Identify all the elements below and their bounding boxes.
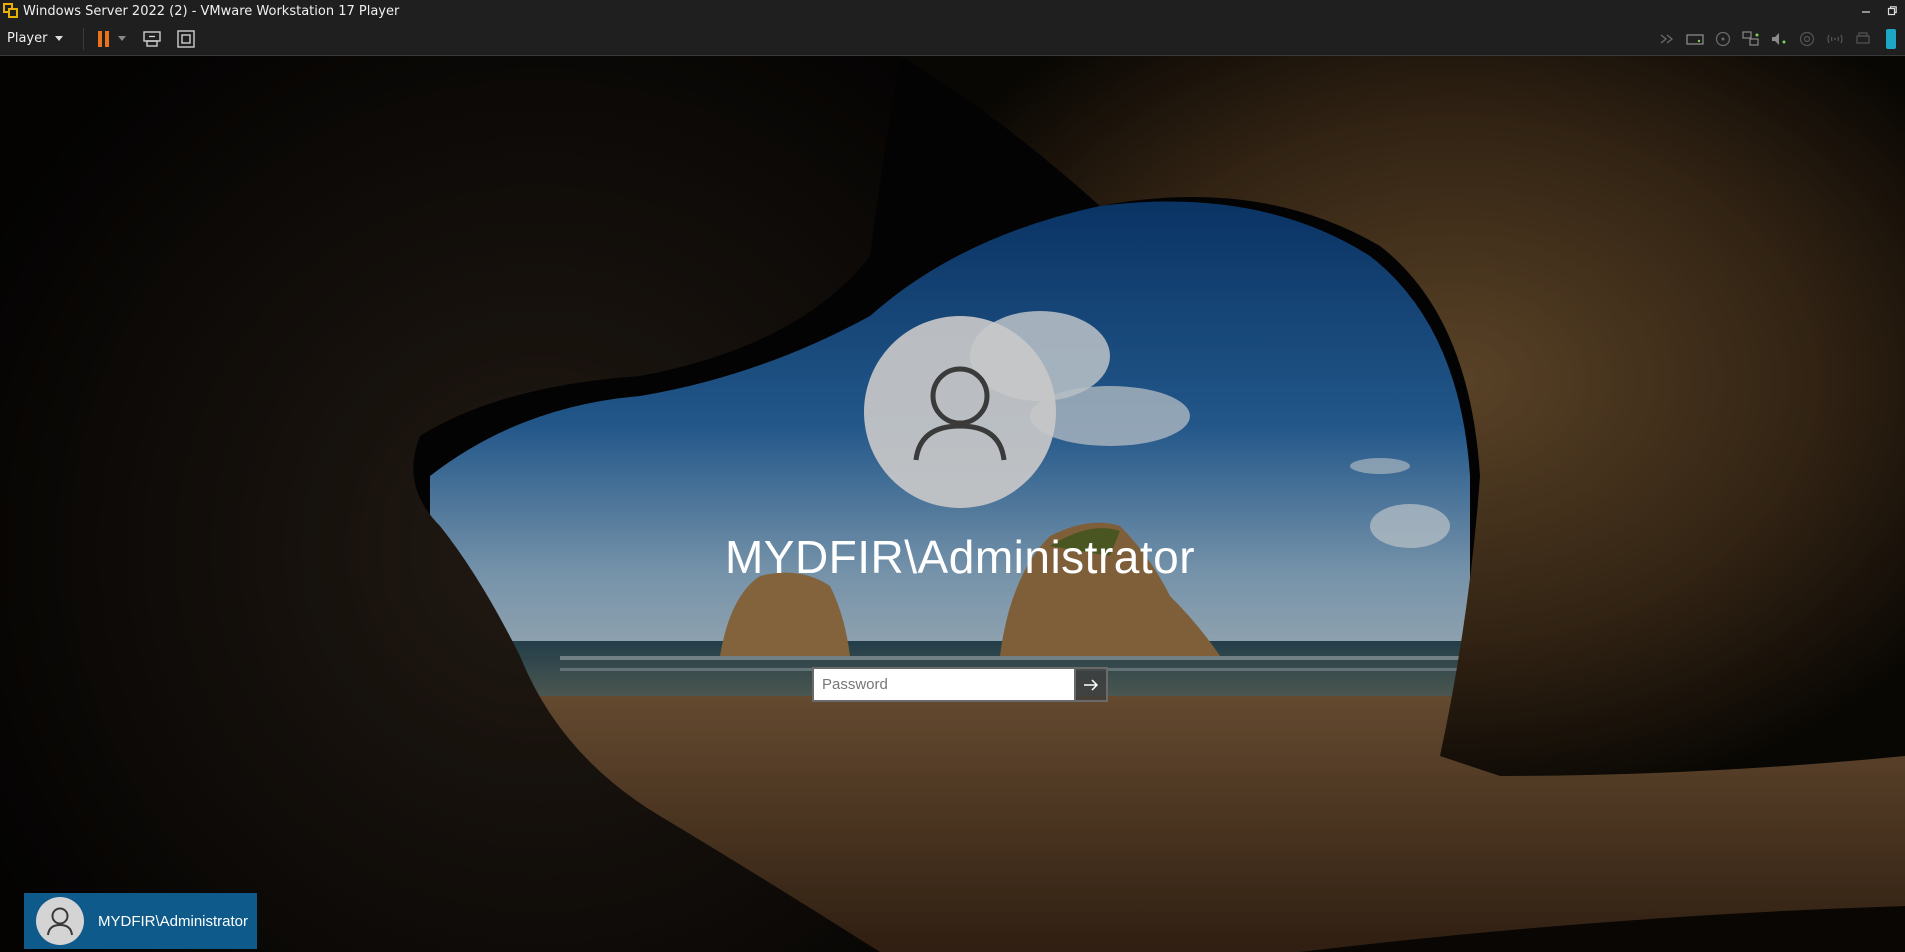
vm-display[interactable]: MYDFIR\Administrator MYDFIR\Administrato… bbox=[0, 56, 1905, 952]
window-title-bar: Windows Server 2022 (2) - VMware Worksta… bbox=[0, 0, 1905, 22]
user-silhouette-icon bbox=[913, 366, 1007, 461]
password-input[interactable] bbox=[812, 667, 1074, 702]
restore-icon bbox=[1887, 6, 1897, 16]
vmware-logo-icon bbox=[3, 3, 19, 19]
fullscreen-icon bbox=[177, 29, 196, 48]
bluetooth-icon[interactable] bbox=[1823, 27, 1847, 51]
user-avatar bbox=[864, 316, 1056, 508]
minimize-icon bbox=[1862, 11, 1870, 13]
pause-icon bbox=[97, 30, 102, 47]
user-tile-name: MYDFIR\Administrator bbox=[98, 912, 249, 930]
send-ctrl-alt-del-button[interactable] bbox=[140, 27, 164, 51]
account-name: MYDFIR\Administrator bbox=[724, 531, 1196, 583]
cd-dvd-icon[interactable] bbox=[1711, 27, 1735, 51]
user-tile-avatar bbox=[36, 897, 84, 945]
display-icon[interactable] bbox=[1879, 27, 1903, 51]
sound-card-icon[interactable] bbox=[1767, 27, 1791, 51]
minimize-button[interactable] bbox=[1853, 0, 1879, 22]
send-ctrl-alt-del-icon bbox=[143, 30, 162, 47]
device-status-icons bbox=[1655, 22, 1905, 56]
submit-button[interactable] bbox=[1074, 667, 1108, 702]
user-switch-tile[interactable]: MYDFIR\Administrator bbox=[24, 893, 257, 949]
fullscreen-button[interactable] bbox=[174, 27, 198, 51]
toolbar-separator bbox=[83, 27, 85, 50]
window-controls bbox=[1853, 0, 1905, 22]
user-silhouette-icon bbox=[47, 907, 73, 936]
hard-disk-icon[interactable] bbox=[1683, 27, 1707, 51]
restore-button[interactable] bbox=[1879, 0, 1905, 22]
network-adapter-icon[interactable] bbox=[1739, 27, 1763, 51]
pause-button[interactable] bbox=[94, 28, 112, 50]
arrow-right-icon bbox=[1084, 678, 1099, 691]
usb-icon[interactable] bbox=[1795, 27, 1819, 51]
power-options-dropdown-icon[interactable] bbox=[118, 36, 127, 41]
chevron-down-icon bbox=[55, 36, 64, 41]
window-title: Windows Server 2022 (2) - VMware Worksta… bbox=[23, 3, 400, 19]
player-toolbar: Player bbox=[0, 22, 1905, 56]
printer-icon[interactable] bbox=[1851, 27, 1875, 51]
password-form bbox=[812, 667, 1108, 702]
player-menu-button[interactable]: Player bbox=[1, 27, 69, 51]
player-menu-label: Player bbox=[7, 31, 48, 46]
devices-more-icon[interactable] bbox=[1655, 27, 1679, 51]
